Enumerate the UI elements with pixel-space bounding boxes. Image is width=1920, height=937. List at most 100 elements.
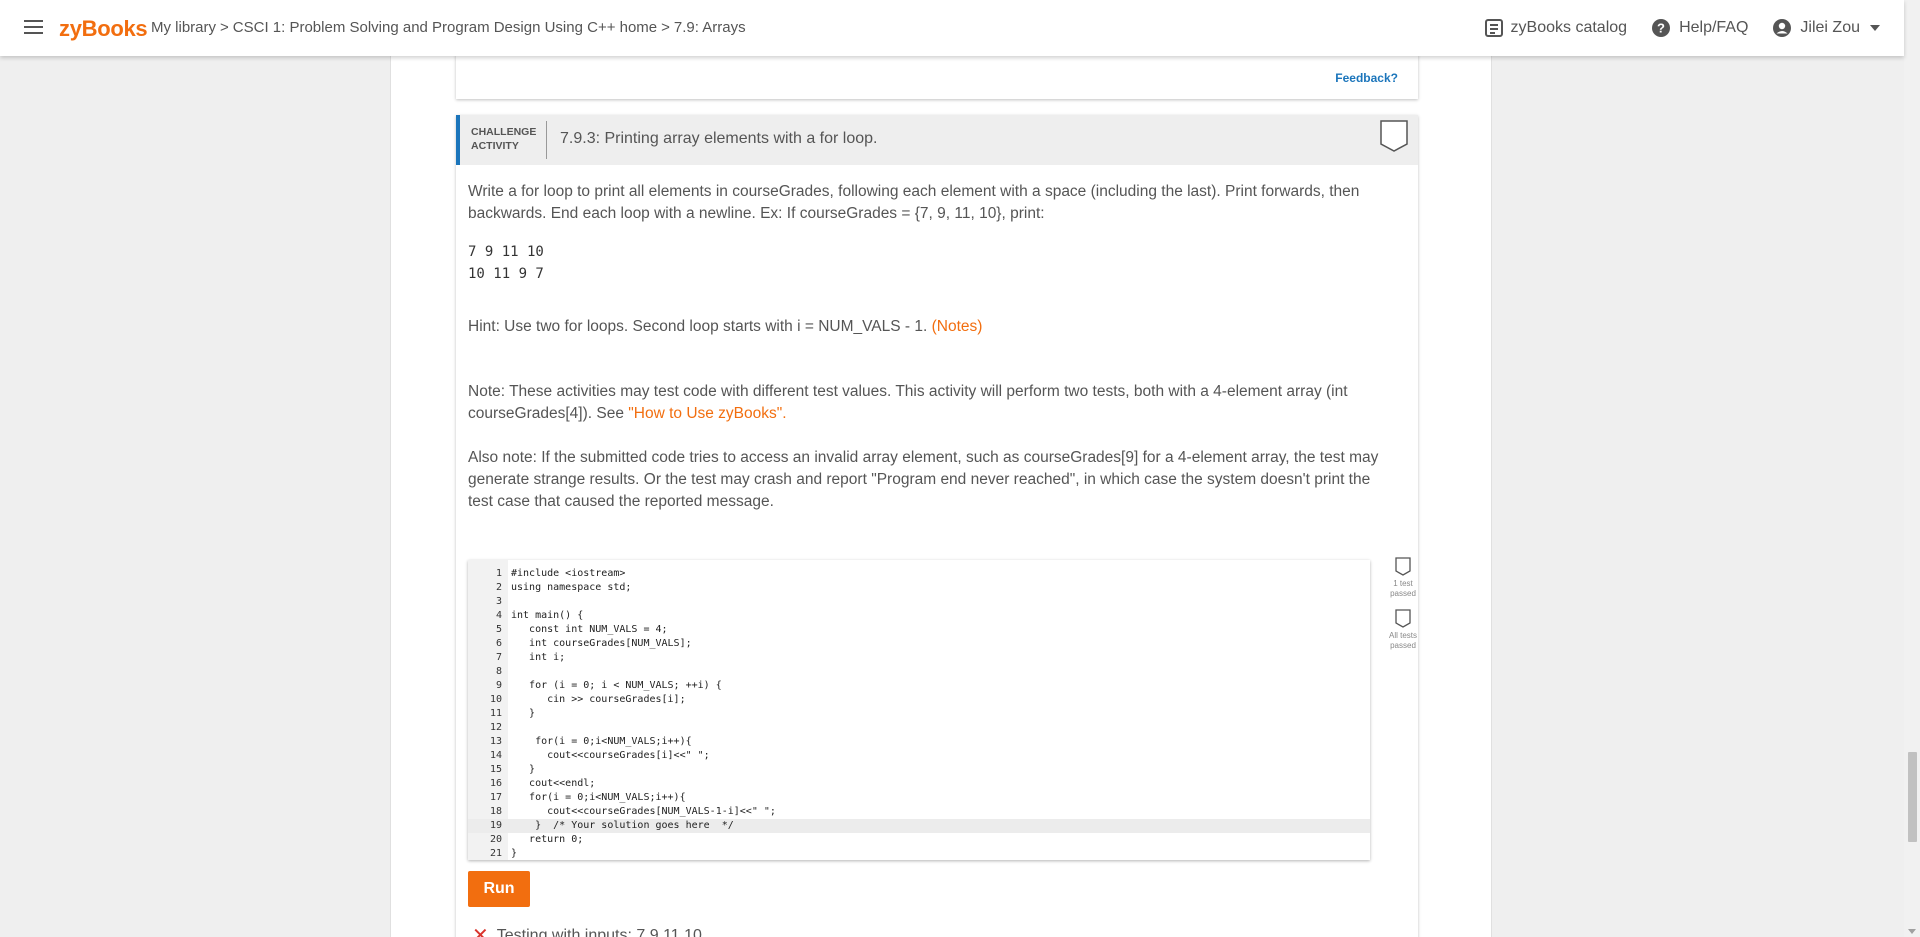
line-number: 8 [495, 666, 502, 677]
scroll-down-arrow-icon[interactable] [1908, 929, 1916, 934]
line-number: 11 [489, 708, 502, 719]
run-button[interactable]: Run [468, 871, 530, 907]
svg-text:?: ? [1657, 21, 1665, 36]
test-status-label: All tests [1388, 631, 1417, 640]
code-editor[interactable]: 1 #include <iostream> 2 using namespace std… [468, 560, 1370, 860]
code-line[interactable]: 12 [468, 721, 1370, 735]
breadcrumb-current-section: 7.9: Arrays [673, 19, 746, 36]
notes-link[interactable]: (Notes) [932, 318, 983, 335]
code-line[interactable]: 2 using namespace std; [468, 581, 1370, 595]
line-number: 3 [495, 596, 502, 607]
code-line[interactable]: 5 const int NUM_VALS = 4; [468, 623, 1370, 637]
test-status-label: passed [1390, 641, 1416, 650]
code-line[interactable]: 3 [468, 595, 1370, 609]
note-end: . [782, 405, 787, 422]
line-number: 20 [489, 834, 502, 845]
line-number: 4 [495, 610, 502, 621]
challenge-activity-card: CHALLENGE ACTIVITY 7.9.3: Printing array… [456, 115, 1418, 937]
zybooks-logo[interactable]: zyBooks [59, 16, 148, 42]
user-name: Jilei Zou [1800, 19, 1860, 36]
catalog-icon [1484, 19, 1503, 37]
code-line[interactable]: 20 return 0; [468, 833, 1370, 847]
code-text: } [511, 848, 518, 859]
top-right-nav: zyBooks catalog ? Help/FAQ Jilei Zou [1484, 0, 1888, 56]
help-link[interactable]: ? Help/FAQ [1651, 18, 1748, 38]
how-to-use-link[interactable]: "How to Use zyBooks" [628, 405, 782, 422]
code-text: cout<<endl; [511, 778, 596, 789]
code-line[interactable]: 10 cin >> courseGrades[i]; [468, 693, 1370, 707]
code-text: } [511, 708, 536, 719]
feedback-link[interactable]: Feedback? [1335, 71, 1398, 85]
line-number: 19 [489, 820, 502, 831]
line-number: 18 [489, 806, 502, 817]
code-line[interactable]: 8 [468, 665, 1370, 679]
code-line[interactable]: 15 } [468, 763, 1370, 777]
also-note-text: Also note: If the submitted code tries t… [468, 449, 1379, 510]
code-line[interactable]: 7 int i; [468, 651, 1370, 665]
line-number: 15 [489, 764, 502, 775]
example-output-line: 10 11 9 7 [468, 266, 544, 282]
example-output-line: 7 9 11 10 [468, 244, 544, 260]
code-text: const int NUM_VALS = 4; [511, 624, 668, 635]
code-line[interactable]: 11 } [468, 707, 1370, 721]
hint-body: Hint: Use two for loops. Second loop sta… [468, 318, 928, 335]
test-status-label: passed [1390, 589, 1416, 598]
code-line[interactable]: 1 #include <iostream> [468, 567, 1370, 581]
code-line[interactable]: 18 cout<<courseGrades[NUM_VALS-1-i]<<" "… [468, 805, 1370, 819]
note-body: Note: These activities may test code wit… [468, 383, 1348, 422]
code-text: for(i = 0;i<NUM_VALS;i++){ [511, 736, 692, 747]
test-status-label: 1 test [1393, 579, 1413, 588]
code-line[interactable]: 16 cout<<endl; [468, 777, 1370, 791]
test-shield-icon [1395, 557, 1411, 576]
fail-x-icon: ✕ [472, 925, 489, 937]
catalog-label: zyBooks catalog [1510, 19, 1628, 36]
line-number: 17 [489, 792, 502, 803]
line-number: 9 [495, 680, 502, 691]
activity-header: CHALLENGE ACTIVITY 7.9.3: Printing array… [456, 115, 1418, 165]
previous-activity-card: Feedback? [456, 54, 1418, 99]
line-number: 13 [489, 736, 502, 747]
code-text: } /* Your solution goes here */ [511, 820, 734, 831]
code-line[interactable]: 19 } /* Your solution goes here */ [468, 819, 1370, 833]
line-number: 12 [489, 722, 502, 733]
breadcrumb-course-home[interactable]: CSCI 1: Problem Solving and Program Desi… [233, 19, 657, 36]
code-line[interactable]: 13 for(i = 0;i<NUM_VALS;i++){ [468, 735, 1370, 749]
code-text: int i; [511, 652, 566, 663]
code-line[interactable]: 21} [468, 847, 1370, 860]
progress-shield-icon [1380, 120, 1408, 157]
content-column: Feedback? CHALLENGE ACTIVITY 7.9.3: Prin… [390, 0, 1492, 937]
activity-type-line2: ACTIVITY [471, 140, 519, 152]
code-lines[interactable]: 1 #include <iostream> 2 using namespace std… [468, 567, 1370, 860]
line-number: 14 [489, 750, 502, 761]
hint-text: Hint: Use two for loops. Second loop sta… [468, 316, 1388, 338]
test-result-row: ✕ Testing with inputs: 7 9 11 10 [472, 923, 702, 937]
line-number: 16 [489, 778, 502, 789]
account-icon [1773, 19, 1792, 37]
code-line[interactable]: 9 for (i = 0; i < NUM_VALS; ++i) { [468, 679, 1370, 693]
code-line[interactable]: 4 int main() { [468, 609, 1370, 623]
code-text: cout<<courseGrades[i]<<" "; [511, 750, 710, 761]
example-output: 7 9 11 10 10 11 9 7 [468, 241, 544, 285]
code-text: return 0; [511, 834, 584, 845]
breadcrumb-my-library[interactable]: My library [151, 19, 216, 36]
catalog-link[interactable]: zyBooks catalog [1484, 19, 1628, 37]
line-number: 2 [495, 582, 502, 593]
activity-type-line1: CHALLENGE [471, 126, 537, 138]
code-text: } [511, 764, 536, 775]
code-text: int main() { [511, 610, 584, 621]
code-line[interactable]: 14 cout<<courseGrades[i]<<" "; [468, 749, 1370, 763]
menu-icon[interactable] [24, 20, 43, 34]
breadcrumb-separator: > [220, 19, 229, 36]
user-menu[interactable]: Jilei Zou [1772, 18, 1880, 38]
code-line[interactable]: 6 int courseGrades[NUM_VALS]; [468, 637, 1370, 651]
activity-title: 7.9.3: Printing array elements with a fo… [560, 130, 878, 147]
line-number: 10 [489, 694, 502, 705]
testing-inputs-text: Testing with inputs: 7 9 11 10 [496, 926, 702, 937]
breadcrumb-separator: > [661, 19, 670, 36]
page-scrollbar[interactable] [1904, 0, 1920, 937]
code-text: for (i = 0; i < NUM_VALS; ++i) { [511, 680, 722, 691]
test-shield-icon [1395, 609, 1411, 628]
scrollbar-thumb[interactable] [1908, 752, 1917, 842]
test-status-one: 1 test passed [1388, 557, 1418, 599]
code-line[interactable]: 17 for(i = 0;i<NUM_VALS;i++){ [468, 791, 1370, 805]
